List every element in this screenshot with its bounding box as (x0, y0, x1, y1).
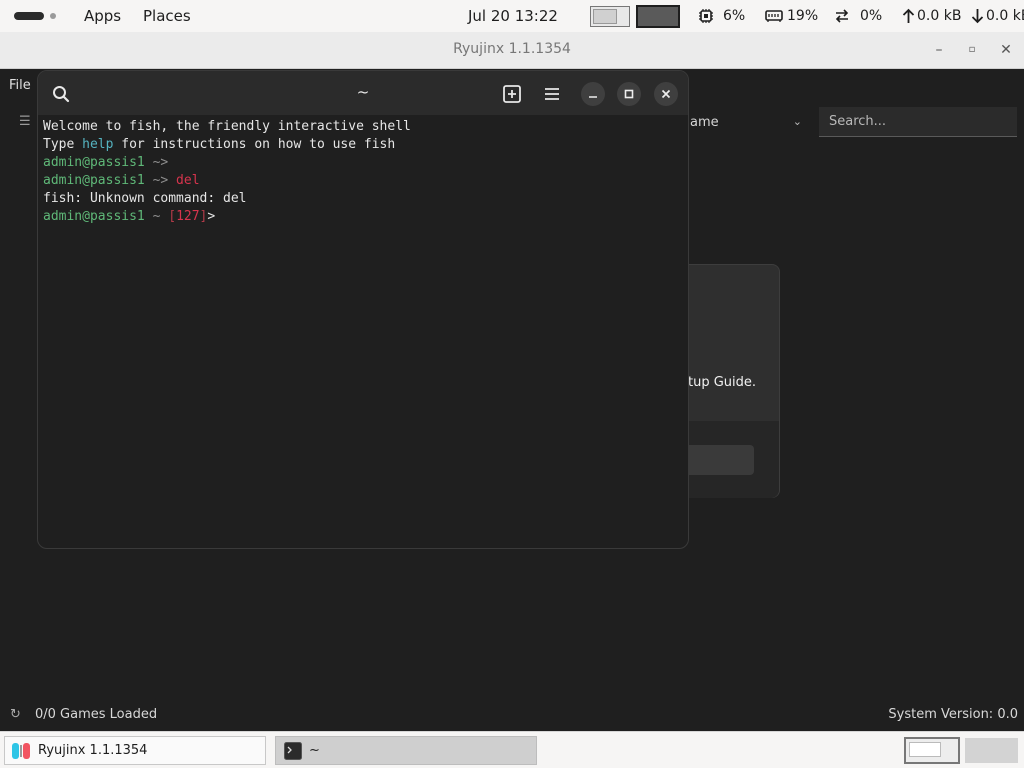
activities-indicator[interactable] (14, 12, 44, 20)
ryujinx-window-title: Ryujinx 1.1.1354 (453, 41, 571, 57)
terminal-maximize-button[interactable] (617, 82, 641, 106)
terminal-line: admin@passis1 ~ [127]> (43, 209, 216, 224)
workspace-dot (50, 13, 56, 19)
taskbar-item-ryujinx[interactable]: Ryujinx 1.1.1354 (4, 736, 266, 765)
taskbar-item-terminal[interactable]: ~ (275, 736, 537, 765)
list-view-icon[interactable]: ☰ (19, 114, 31, 129)
sort-dropdown-label: ame (690, 115, 719, 130)
workspace-switcher-1[interactable] (904, 737, 960, 764)
download-rate: 0.0 kB (986, 8, 1024, 24)
terminal-window[interactable]: ~ Welcome to fish, the friendly interact… (37, 70, 689, 549)
search-input[interactable] (819, 107, 1017, 137)
terminal-line: fish: Unknown command: del (43, 190, 683, 208)
taskbar: Ryujinx 1.1.1354 ~ (0, 731, 1024, 768)
error-message: fish: Unknown command: del (43, 191, 247, 206)
sort-dropdown[interactable]: ame ⌄ (688, 109, 810, 137)
terminal-line: admin@passis1 ~> (43, 155, 169, 170)
upload-rate: 0.0 kB (917, 8, 962, 24)
dialog-footer (688, 421, 779, 498)
terminal-app-icon (284, 742, 302, 760)
maximize-icon (624, 89, 634, 99)
hamburger-menu-icon[interactable] (540, 82, 564, 106)
workspace-switcher-2[interactable] (965, 738, 1018, 763)
terminal-headerbar[interactable]: ~ (38, 71, 688, 115)
places-menu[interactable]: Places (143, 7, 191, 25)
command-text: del (168, 173, 200, 188)
terminal-output[interactable]: Welcome to fish, the friendly interactiv… (43, 118, 683, 226)
refresh-icon[interactable]: ↻ (10, 707, 21, 722)
exit-status: 127 (176, 209, 200, 224)
apps-menu[interactable]: Apps (84, 7, 121, 25)
ryujinx-titlebar[interactable]: Ryujinx 1.1.1354 – ▫ ✕ (0, 32, 1024, 69)
workspace-1-indicator[interactable] (590, 6, 630, 27)
terminal-line: Welcome to fish, the friendly interactiv… (43, 119, 411, 134)
dialog-message: tup Guide. (688, 375, 757, 390)
new-tab-icon[interactable] (500, 82, 524, 106)
swap-icon (835, 9, 849, 23)
dialog-button[interactable] (688, 445, 754, 475)
cpu-icon (699, 9, 713, 23)
terminal-line: admin@passis1 ~> del (43, 173, 200, 188)
close-icon (661, 89, 671, 99)
terminal-minimize-button[interactable] (581, 82, 605, 106)
taskbar-item-label: ~ (309, 743, 320, 758)
setup-dialog: tup Guide. (688, 264, 780, 498)
terminal-line: Type help for instructions on how to use… (43, 137, 396, 152)
memory-icon (765, 10, 783, 22)
prompt-user: admin@passis1 (43, 155, 145, 170)
top-panel: Apps Places Jul 20 13:22 6% 19% 0% 0.0 k… (0, 0, 1024, 32)
system-version: System Version: 0.0 (888, 707, 1018, 722)
taskbar-item-label: Ryujinx 1.1.1354 (38, 743, 148, 758)
chevron-down-icon: ⌄ (792, 115, 802, 128)
prompt-user: admin@passis1 (43, 173, 145, 188)
games-loaded-status: 0/0 Games Loaded (35, 707, 158, 722)
arrow-up-icon (902, 8, 915, 23)
memory-usage: 19% (787, 8, 819, 24)
clock[interactable]: Jul 20 13:22 (468, 7, 558, 25)
ryujinx-maximize-button[interactable]: ▫ (962, 40, 982, 60)
arrow-down-icon (971, 9, 984, 24)
prompt-user: admin@passis1 (43, 209, 145, 224)
status-bar: ↻ 0/0 Games Loaded System Version: 0.0 (0, 700, 1024, 731)
ryujinx-minimize-button[interactable]: – (929, 40, 949, 60)
minimize-icon (589, 96, 597, 98)
cpu-usage: 6% (723, 8, 746, 24)
terminal-close-button[interactable] (654, 82, 678, 106)
file-menu[interactable]: File (9, 78, 31, 93)
ryujinx-close-button[interactable]: ✕ (996, 40, 1016, 60)
help-keyword: help (82, 137, 114, 152)
swap-usage: 0% (860, 8, 883, 24)
workspace-2-indicator[interactable] (636, 5, 680, 28)
ryujinx-app-icon (12, 743, 30, 759)
